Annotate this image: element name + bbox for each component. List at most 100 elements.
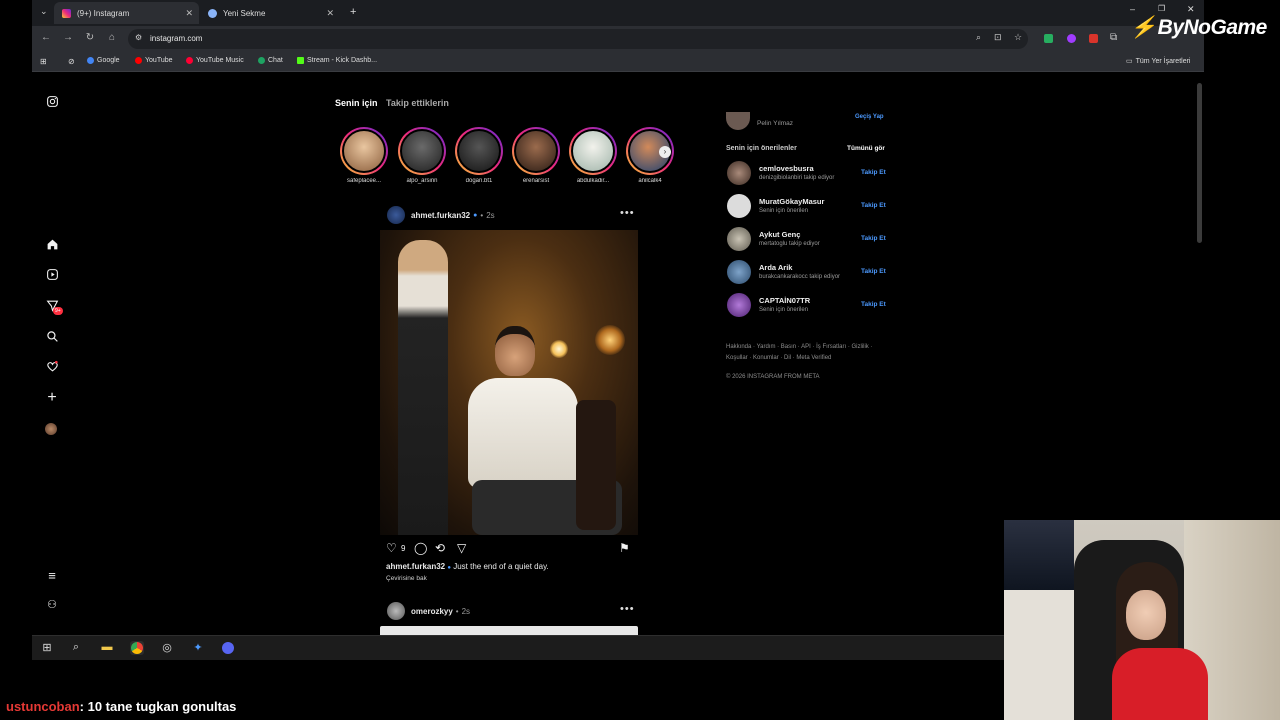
reload-icon[interactable]: ↻ (83, 32, 97, 43)
tab-label: Yeni Sekme (223, 8, 266, 18)
youtube-music-icon (186, 57, 193, 64)
post-options-icon[interactable]: ••• (620, 603, 635, 615)
bookmark-label: Chat (268, 57, 283, 64)
repost-icon[interactable]: ⟲ (435, 541, 445, 555)
share-icon[interactable]: ▽ (457, 541, 466, 555)
forward-icon[interactable]: → (61, 32, 75, 43)
story-item[interactable]: alpo_arsinn (398, 127, 446, 184)
close-tab-icon[interactable]: ✕ (326, 8, 334, 19)
site-info-icon[interactable]: ⚙ (135, 33, 142, 42)
follow-button[interactable]: Takip Et (861, 169, 886, 176)
more-menu-icon[interactable]: ≡ (45, 568, 59, 583)
suggestion-username[interactable]: Arda Arik (759, 263, 792, 272)
suggestion-username[interactable]: CAPTAİN07TR (759, 296, 810, 305)
caption-text: Just the end of a quiet day. (453, 562, 549, 571)
follow-button[interactable]: Takip Et (861, 202, 886, 209)
see-translation-link[interactable]: Çevirisine bak (386, 575, 427, 582)
reels-icon[interactable] (45, 268, 59, 284)
follow-button[interactable]: Takip Et (861, 235, 886, 242)
story-item[interactable]: erenarsist (512, 127, 560, 184)
follow-button[interactable]: Takip Et (861, 301, 886, 308)
bookmark-google[interactable]: Google (87, 57, 120, 64)
follow-button[interactable]: Takip Et (861, 268, 886, 275)
tab-list-chevron-icon[interactable]: ⌄ (40, 6, 48, 17)
post-image[interactable] (380, 230, 638, 535)
page-scrollbar[interactable] (1197, 83, 1202, 243)
like-heart-icon[interactable]: ♡ (386, 541, 397, 555)
discord-icon[interactable] (221, 641, 235, 655)
man-head (495, 326, 535, 376)
taskbar-search-icon[interactable]: ⌕ (69, 641, 83, 655)
file-explorer-icon[interactable]: ▬ (100, 641, 114, 655)
home-icon[interactable] (45, 238, 59, 254)
stories-next-chevron-icon[interactable]: › (659, 146, 671, 158)
bookmark-star-icon[interactable]: ☆ (1014, 32, 1022, 43)
story-item[interactable]: abdulkadir... (569, 127, 617, 184)
bookmark-youtube-music[interactable]: YouTube Music (186, 57, 244, 64)
story-item[interactable]: safeplacee... (340, 127, 388, 184)
suggestion-username[interactable]: MuratGökayMasur (759, 197, 824, 206)
apps-grid-icon[interactable]: ⊞ (40, 57, 47, 66)
extension-red-icon[interactable] (1089, 34, 1098, 43)
post-author-avatar[interactable] (387, 602, 405, 620)
address-bar[interactable]: ⚙ instagram.com ⌕ ⊡ ☆ (128, 29, 1028, 49)
lamp-glow (550, 340, 568, 358)
suggestion-avatar[interactable] (727, 227, 751, 251)
profile-avatar[interactable] (45, 423, 59, 435)
notifications-heart-icon[interactable] (45, 360, 59, 376)
see-all-link[interactable]: Tümünü gör (847, 145, 885, 152)
switch-account-link[interactable]: Geçiş Yap (855, 114, 884, 120)
create-plus-icon[interactable]: + (45, 390, 59, 406)
bookmark-kick[interactable]: Stream - Kick Dashb... (297, 57, 377, 64)
suggestion-avatar[interactable] (727, 161, 751, 185)
post-author-avatar[interactable] (387, 206, 405, 224)
close-window-icon[interactable]: ✕ (1187, 4, 1195, 15)
app-icon[interactable]: ◎ (160, 641, 174, 655)
zoom-icon[interactable]: ⌕ (976, 32, 981, 43)
restore-icon[interactable]: ❐ (1158, 4, 1165, 13)
suggestion-username[interactable]: Aykut Genç (759, 230, 800, 239)
bookmark-chat[interactable]: Chat (258, 57, 283, 64)
close-tab-icon[interactable]: ✕ (185, 8, 193, 19)
story-avatar (457, 129, 501, 173)
suggestion-avatar[interactable] (727, 293, 751, 317)
back-icon[interactable]: ← (39, 32, 53, 43)
chrome-icon[interactable] (130, 641, 144, 655)
all-bookmarks-folder[interactable]: ▭ Tüm Yer İşaretleri (1126, 57, 1190, 66)
post-options-icon[interactable]: ••• (620, 207, 635, 219)
extension-purple-icon[interactable] (1067, 34, 1076, 43)
save-bookmark-icon[interactable]: ⚑ (619, 541, 630, 555)
tab-following[interactable]: Takip ettiklerin (386, 98, 449, 108)
instagram-logo-icon[interactable] (45, 95, 59, 111)
search-icon[interactable] (45, 330, 59, 346)
bookmark-manager-icon[interactable]: ⊘ (68, 57, 75, 66)
likes-count[interactable]: 9 (401, 544, 405, 553)
extension-xbox-icon[interactable] (1044, 34, 1053, 43)
minimize-icon[interactable]: – (1130, 4, 1135, 14)
comment-icon[interactable]: ◯ (414, 541, 427, 555)
tab-new-tab[interactable]: Yeni Sekme ✕ (200, 2, 340, 24)
post-author-username[interactable]: ahmet.furkan32 (411, 211, 470, 220)
messages-icon[interactable]: 9+ (45, 299, 63, 315)
new-tab-button[interactable]: + (350, 6, 356, 18)
app-icon[interactable]: ✦ (191, 641, 205, 655)
post-author-username[interactable]: omerozkyy (411, 607, 453, 616)
footer-links[interactable]: Hakkında · Yardım · Basın · API · İş Fır… (726, 342, 886, 364)
windows-start-icon[interactable]: ⊞ (40, 641, 54, 655)
caption-username[interactable]: ahmet.furkan32 (386, 562, 445, 571)
default-avatar-icon[interactable] (727, 194, 751, 218)
extensions-puzzle-icon[interactable]: ⧉ (1110, 32, 1117, 43)
next-post-image[interactable] (380, 626, 638, 635)
suggestion-avatar[interactable] (727, 260, 751, 284)
suggestion-username[interactable]: cemlovesbusra (759, 164, 814, 173)
install-app-icon[interactable]: ⊡ (994, 32, 1002, 43)
tab-for-you[interactable]: Senin için (335, 98, 378, 108)
google-icon (87, 57, 94, 64)
home-icon[interactable]: ⌂ (105, 32, 119, 43)
current-account-avatar[interactable] (726, 112, 750, 130)
bookmark-youtube[interactable]: YouTube (135, 57, 173, 64)
tab-instagram[interactable]: (9+) Instagram ✕ (54, 2, 199, 24)
also-from-meta-icon[interactable]: ⚇ (45, 598, 59, 611)
suggestions-title: Senin için önerilenler (726, 145, 797, 152)
story-item[interactable]: dogan.bt1 (455, 127, 503, 184)
